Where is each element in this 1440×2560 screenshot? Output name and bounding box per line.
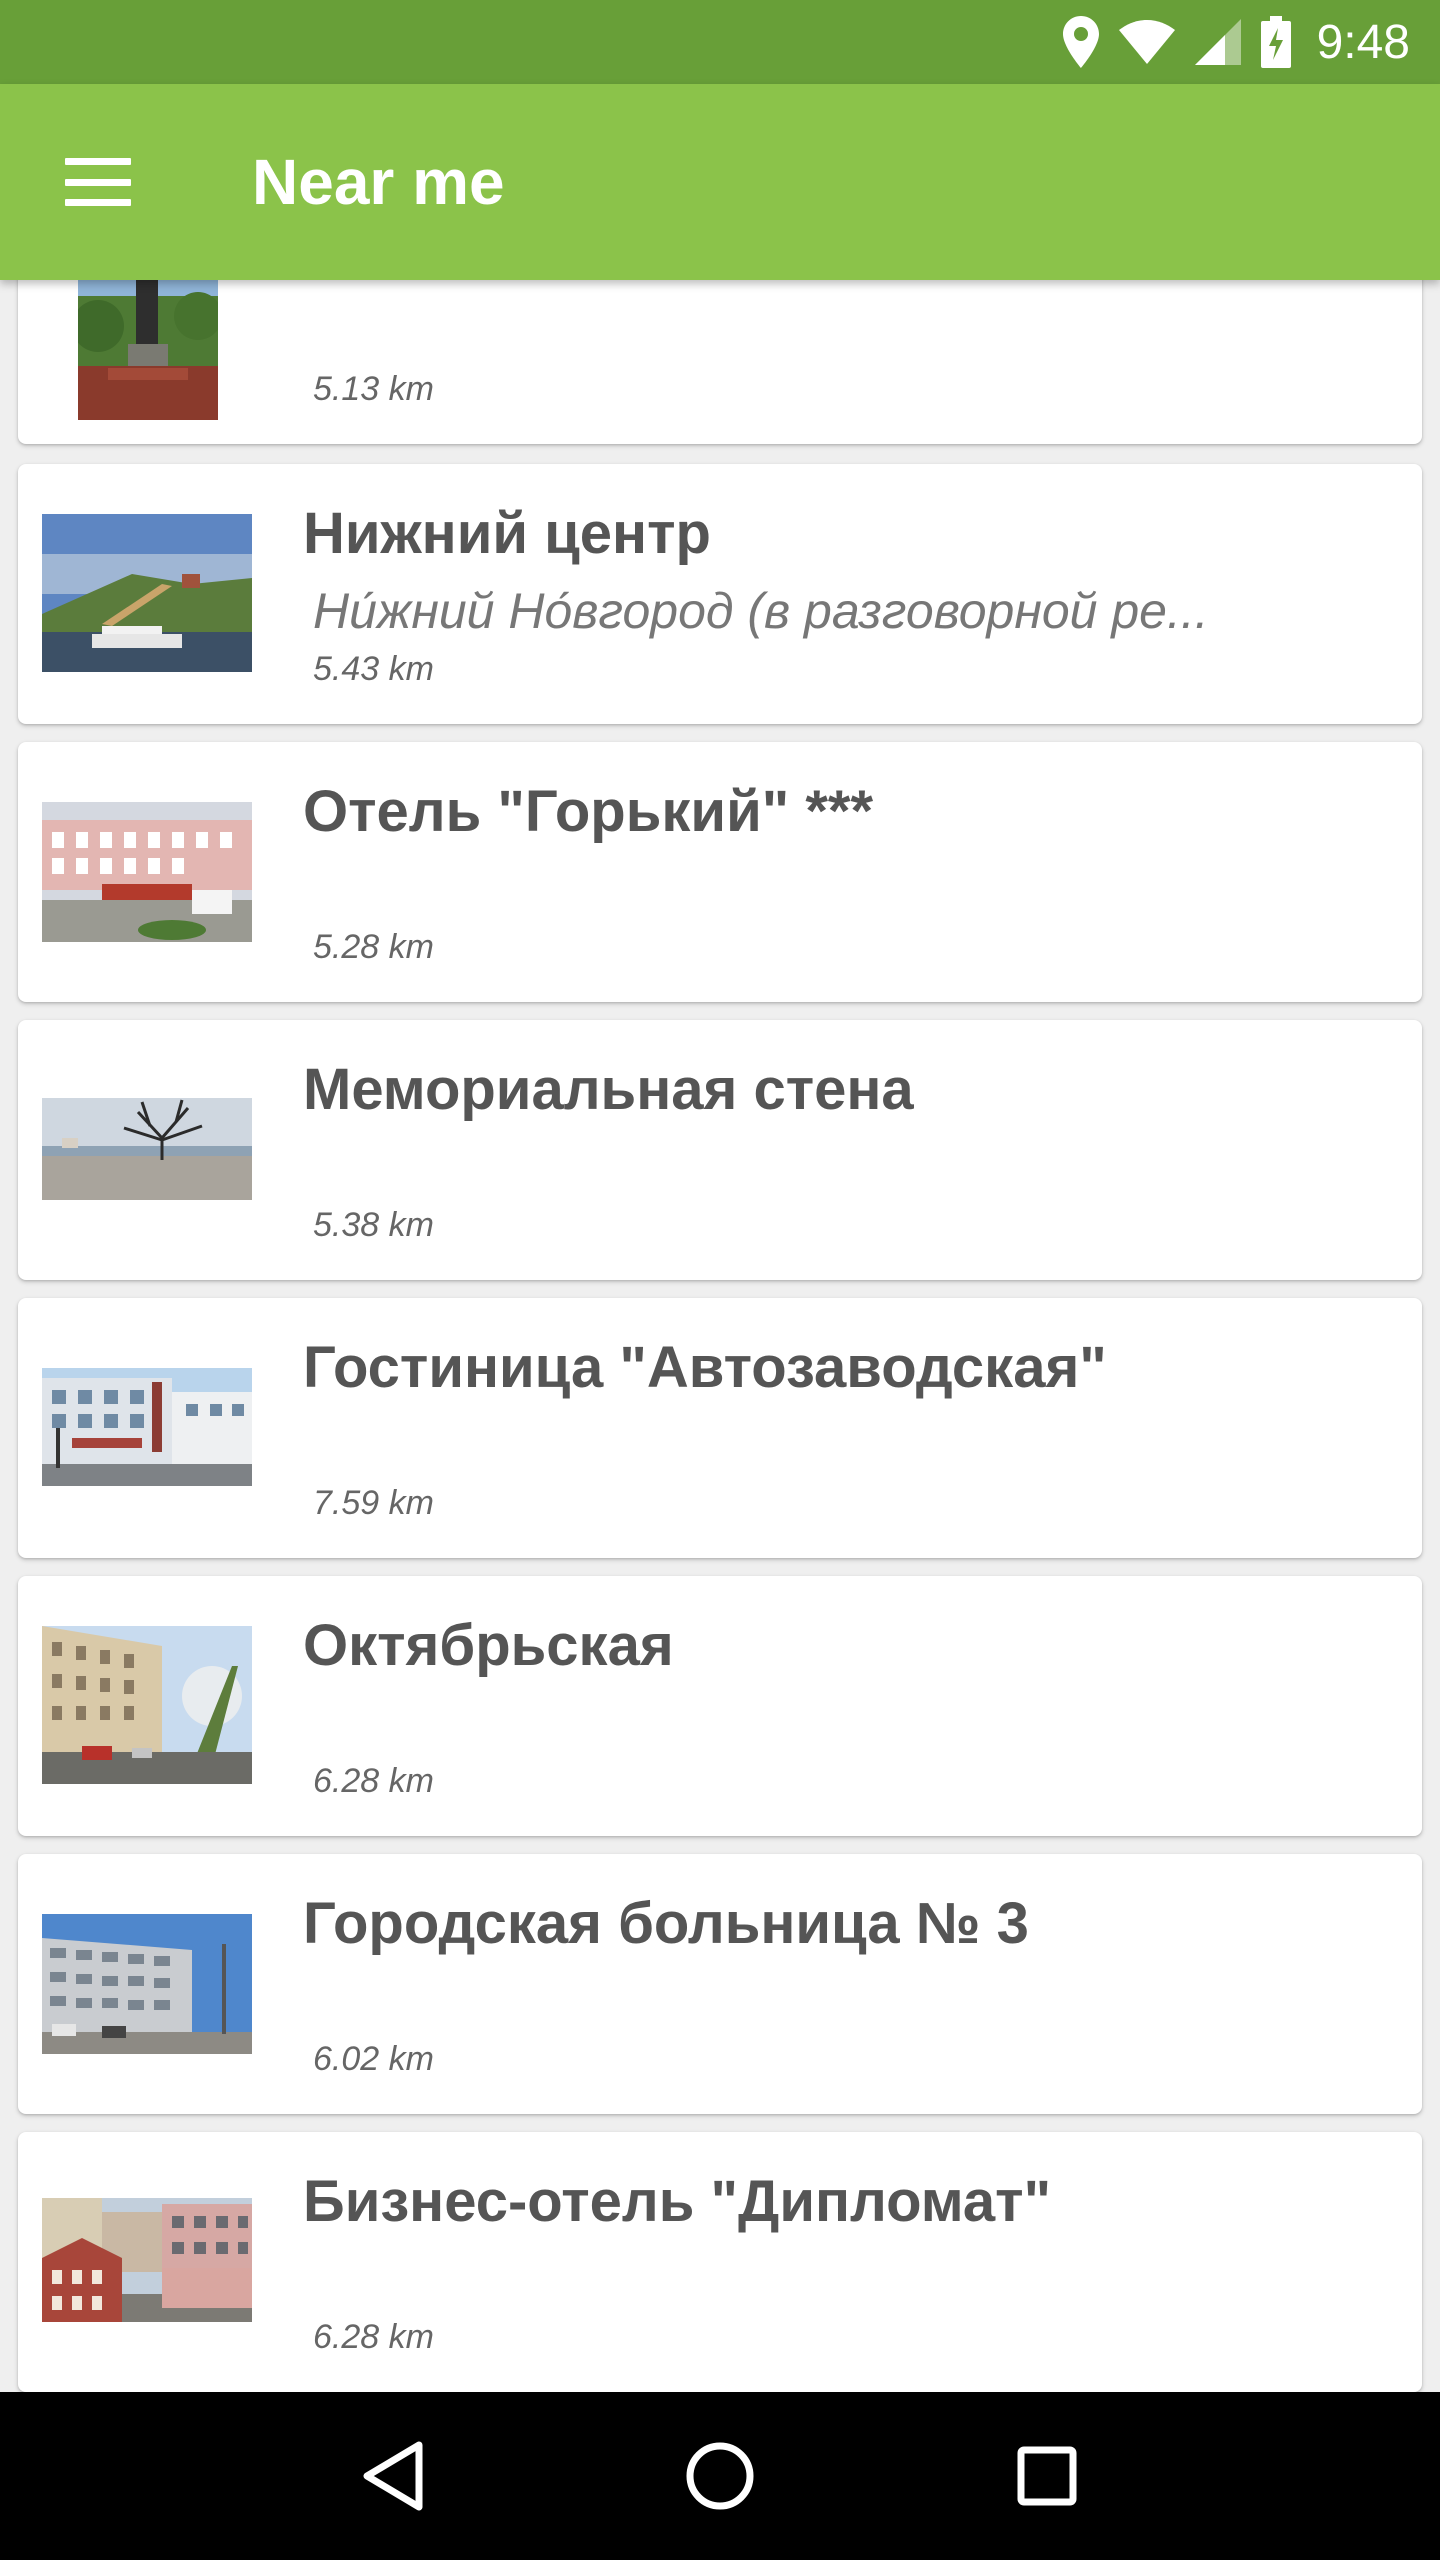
back-triangle-icon <box>363 2441 423 2511</box>
hamburger-menu-icon <box>65 158 131 206</box>
place-thumbnail <box>42 1098 252 1200</box>
place-distance: 5.38 km <box>313 1206 434 1244</box>
place-thumbnail <box>42 1914 252 2054</box>
place-thumbnail <box>78 280 218 420</box>
place-title: Гостиница "Автозаводская" <box>303 1335 1107 1400</box>
place-card[interactable]: Отель "Горький" *** 5.28 km <box>18 742 1422 1002</box>
place-thumbnail <box>42 1626 252 1784</box>
places-list[interactable]: 5.13 km Нижний центр Ни́жний Но́вгород (… <box>0 280 1440 2392</box>
place-distance: 5.28 km <box>313 928 434 966</box>
place-card[interactable]: Гостиница "Автозаводская" 7.59 km <box>18 1298 1422 1558</box>
place-distance: 6.28 km <box>313 1762 434 1800</box>
place-description: Ни́жний Но́вгород (в разговорной ре... <box>313 583 1209 639</box>
status-time: 9:48 <box>1316 15 1410 69</box>
status-bar: 9:48 <box>0 0 1440 84</box>
recents-square-icon <box>1017 2446 1077 2506</box>
place-distance: 5.13 km <box>313 370 434 408</box>
place-card[interactable]: Октябрьская 6.28 km <box>18 1576 1422 1836</box>
place-title: Октябрьская <box>303 1613 674 1678</box>
recents-button[interactable] <box>987 2416 1107 2536</box>
place-distance: 7.59 km <box>313 1484 434 1522</box>
place-title: Мемориальная стена <box>303 1057 914 1122</box>
home-button[interactable] <box>660 2416 780 2536</box>
location-icon <box>1062 16 1099 68</box>
battery-charging-icon <box>1260 16 1291 68</box>
place-thumbnail <box>42 2198 252 2322</box>
place-title: Городская больница № 3 <box>303 1891 1029 1956</box>
place-card[interactable]: Бизнес-отель "Дипломат" 6.28 km <box>18 2132 1422 2392</box>
place-thumbnail <box>42 1368 252 1486</box>
place-thumbnail <box>42 802 252 942</box>
wifi-icon <box>1118 20 1175 64</box>
navigation-bar <box>0 2392 1440 2560</box>
place-title: Отель "Горький" *** <box>303 779 874 844</box>
place-distance: 5.43 km <box>313 650 434 688</box>
place-card[interactable]: Мемориальная стена 5.38 km <box>18 1020 1422 1280</box>
menu-button[interactable] <box>0 84 196 280</box>
home-circle-icon <box>686 2442 754 2510</box>
place-distance: 6.02 km <box>313 2040 434 2078</box>
place-thumbnail <box>42 514 252 672</box>
place-distance: 6.28 km <box>313 2318 434 2356</box>
app-bar: Near me <box>0 84 1440 280</box>
signal-icon <box>1194 19 1241 65</box>
page-title: Near me <box>252 146 505 218</box>
back-button[interactable] <box>333 2416 453 2536</box>
place-title: Бизнес-отель "Дипломат" <box>303 2169 1052 2234</box>
place-title: Нижний центр <box>303 501 711 566</box>
place-card[interactable]: Нижний центр Ни́жний Но́вгород (в разгов… <box>18 464 1422 724</box>
place-card[interactable]: Городская больница № 3 6.02 km <box>18 1854 1422 2114</box>
place-card[interactable]: 5.13 km <box>18 280 1422 444</box>
